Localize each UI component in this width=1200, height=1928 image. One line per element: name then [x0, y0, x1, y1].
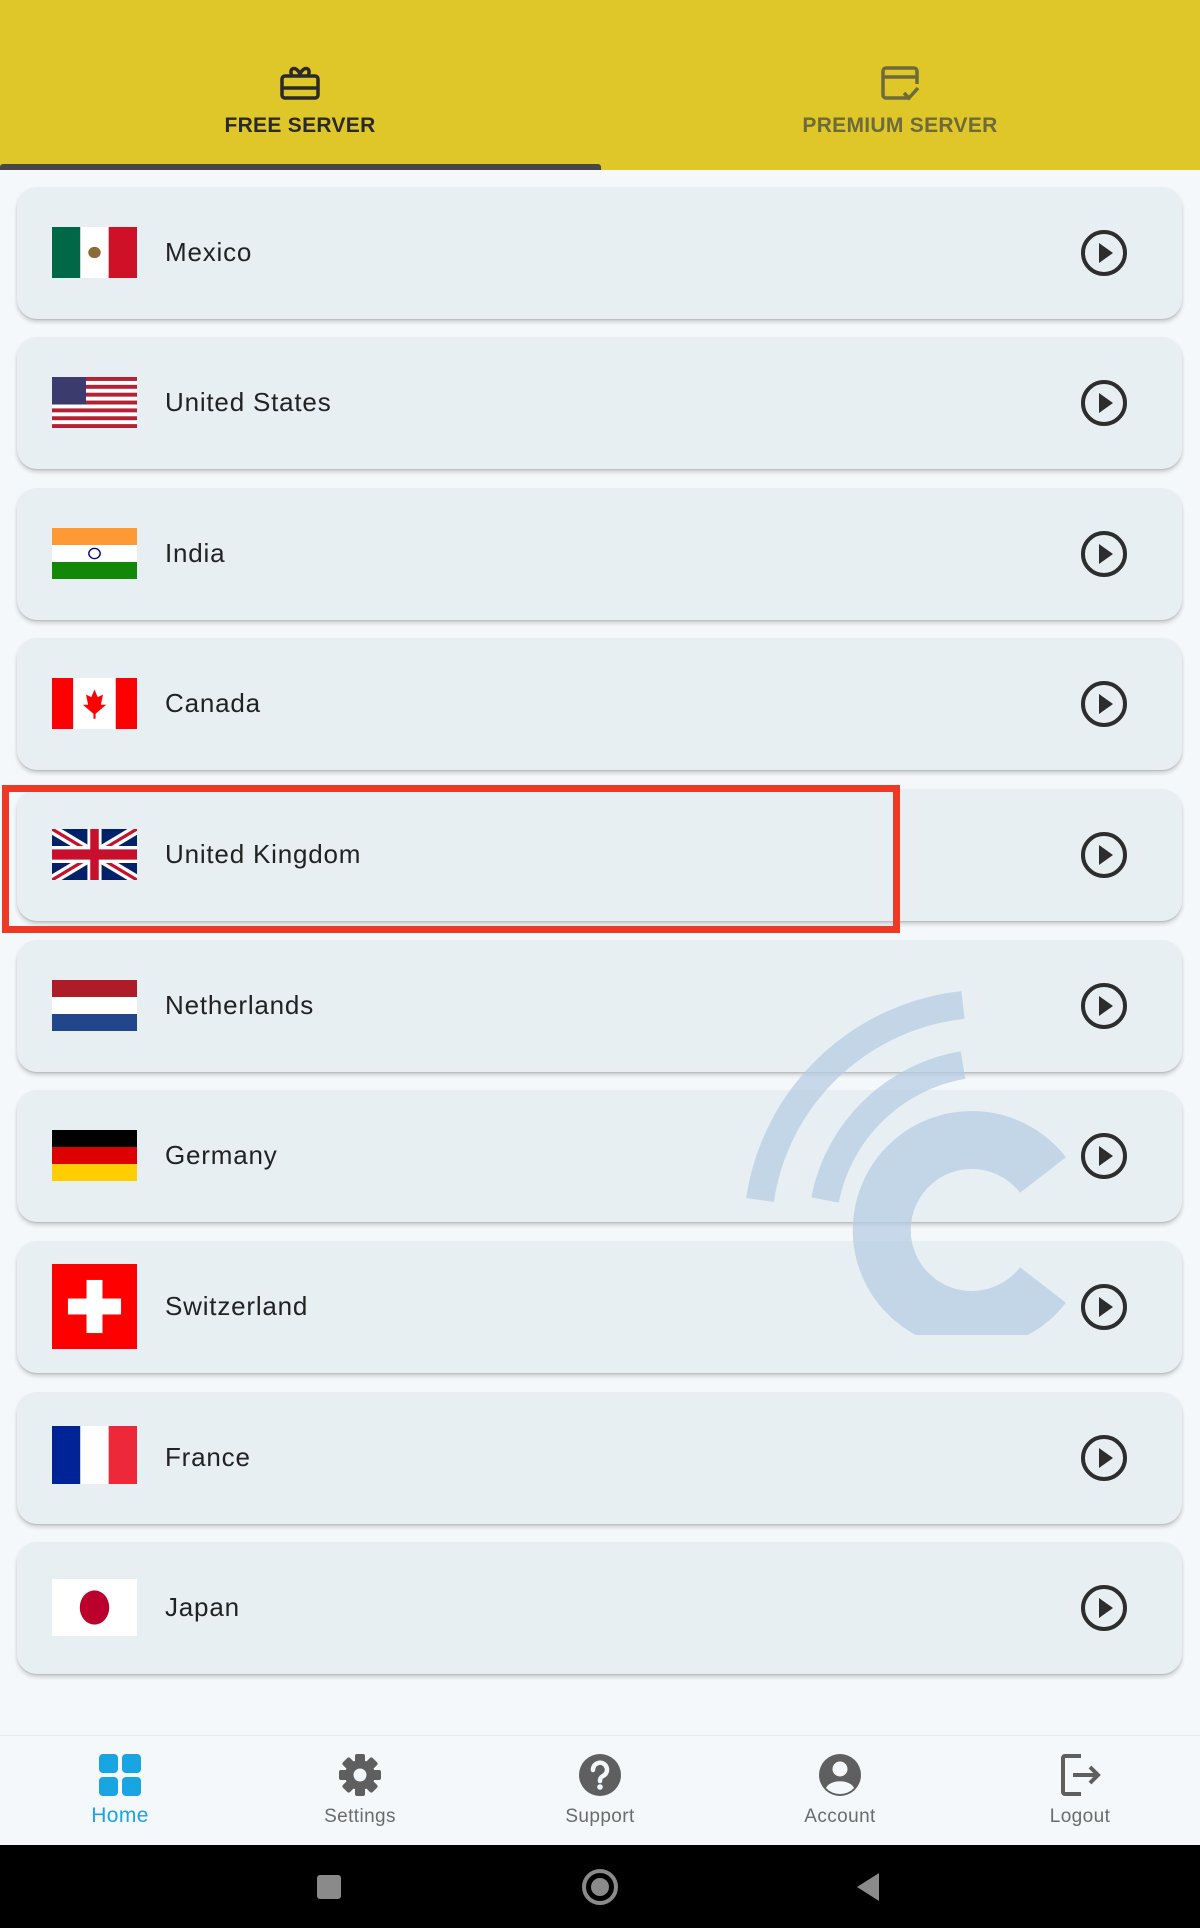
nav-settings[interactable]: Settings	[240, 1736, 480, 1846]
server-item-switzerland[interactable]: Switzerland	[17, 1241, 1182, 1373]
recents-square-icon	[317, 1875, 341, 1899]
gift-card-icon	[280, 66, 320, 100]
server-name: Japan	[165, 1592, 240, 1622]
server-item-germany[interactable]: Germany	[17, 1090, 1182, 1222]
account-icon	[819, 1754, 861, 1796]
play-circle-icon[interactable]	[1079, 830, 1129, 880]
gear-icon	[339, 1754, 381, 1796]
nav-home-label: Home	[91, 1804, 149, 1827]
server-item-netherlands[interactable]: Netherlands	[17, 940, 1182, 1072]
premium-card-icon	[881, 66, 920, 101]
server-name: Canada	[165, 688, 261, 718]
us-flag	[52, 377, 137, 428]
play-circle-icon[interactable]	[1079, 1282, 1129, 1332]
play-circle-icon[interactable]	[1079, 981, 1129, 1031]
help-icon	[579, 1754, 621, 1796]
top-tab-bar: FREE SERVER PREMIUM SERVER	[0, 0, 1200, 170]
server-item-canada[interactable]: Canada	[17, 638, 1182, 770]
recents-button[interactable]	[305, 1863, 353, 1911]
server-item-india[interactable]: India	[17, 488, 1182, 620]
nav-support-label: Support	[565, 1806, 635, 1827]
home-grid-icon	[99, 1754, 141, 1796]
japan-flag	[52, 1579, 137, 1636]
tab-premium-server[interactable]: PREMIUM SERVER	[600, 0, 1200, 170]
play-circle-icon[interactable]	[1079, 529, 1129, 579]
tab-premium-server-label: PREMIUM SERVER	[802, 114, 998, 137]
play-circle-icon[interactable]	[1079, 378, 1129, 428]
server-name: Switzerland	[165, 1291, 309, 1321]
nav-logout[interactable]: Logout	[960, 1736, 1200, 1846]
server-item-united-states[interactable]: United States	[17, 337, 1182, 469]
uk-flag	[52, 829, 137, 880]
server-name: Netherlands	[165, 990, 314, 1020]
logout-icon	[1061, 1754, 1101, 1796]
play-circle-icon[interactable]	[1079, 228, 1129, 278]
server-name: United States	[165, 387, 332, 417]
server-item-japan[interactable]: Japan	[17, 1542, 1182, 1674]
netherlands-flag	[52, 980, 137, 1031]
nav-settings-label: Settings	[324, 1806, 396, 1827]
system-navigation-bar	[0, 1845, 1200, 1928]
play-circle-icon[interactable]	[1079, 679, 1129, 729]
play-circle-icon[interactable]	[1079, 1583, 1129, 1633]
server-name: India	[165, 538, 226, 568]
home-button[interactable]	[576, 1863, 624, 1911]
server-name: France	[165, 1442, 251, 1472]
server-item-france[interactable]: France	[17, 1392, 1182, 1524]
india-flag	[52, 528, 137, 579]
germany-flag	[52, 1130, 137, 1181]
france-flag	[52, 1426, 137, 1484]
canada-flag	[52, 678, 137, 729]
server-item-mexico[interactable]: Mexico	[17, 187, 1182, 319]
server-name: Mexico	[165, 237, 253, 267]
server-item-united-kingdom[interactable]: United Kingdom	[17, 789, 1182, 921]
nav-logout-label: Logout	[1049, 1806, 1111, 1827]
server-name: United Kingdom	[165, 839, 362, 869]
nav-account[interactable]: Account	[720, 1736, 960, 1846]
switzerland-flag	[52, 1264, 137, 1349]
nav-support[interactable]: Support	[480, 1736, 720, 1846]
home-circle-icon	[582, 1869, 618, 1905]
active-tab-indicator	[0, 164, 601, 170]
tab-free-server-label: FREE SERVER	[224, 114, 376, 137]
bottom-navigation: Home Settings Support Account Logout	[0, 1735, 1200, 1845]
nav-account-label: Account	[804, 1806, 876, 1827]
tab-free-server[interactable]: FREE SERVER	[0, 0, 600, 170]
back-triangle-icon	[857, 1873, 879, 1901]
play-circle-icon[interactable]	[1079, 1433, 1129, 1483]
back-button[interactable]	[845, 1863, 893, 1911]
server-name: Germany	[165, 1140, 278, 1170]
play-circle-icon[interactable]	[1079, 1131, 1129, 1181]
nav-home[interactable]: Home	[0, 1736, 240, 1846]
mexico-flag	[52, 227, 137, 278]
